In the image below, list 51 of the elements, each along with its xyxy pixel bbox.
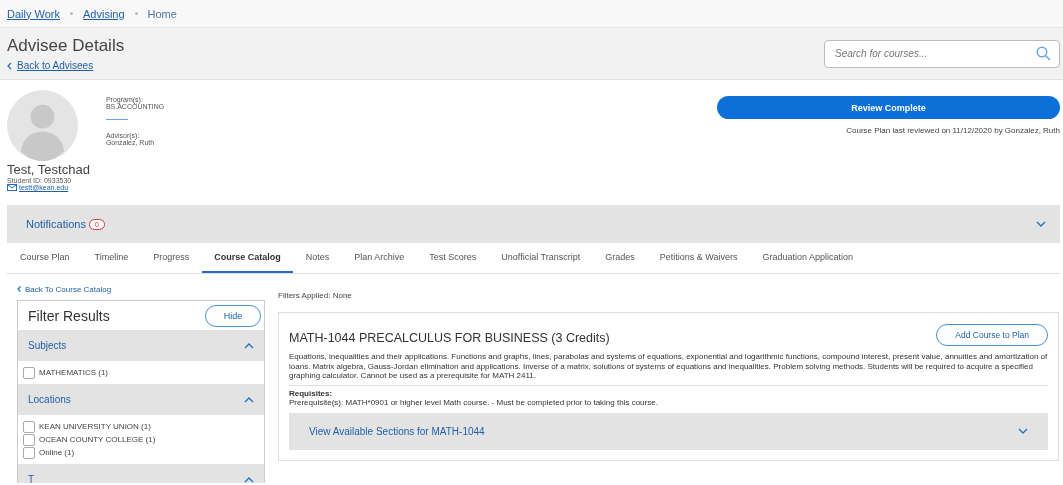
filter-section-header[interactable]: Locations bbox=[18, 384, 264, 415]
requisites-text: Prerequisite(s): MATH*0901 or higher level Math course. - Must be completed prior to taking this course. bbox=[289, 397, 659, 407]
envelope-icon bbox=[7, 184, 17, 191]
tab[interactable]: Course Plan bbox=[8, 243, 82, 273]
checkbox-label: OCEAN COUNTY COLLEGE (1) bbox=[39, 435, 156, 444]
student-name: Test, Testchad bbox=[7, 162, 90, 177]
tab[interactable]: Progress bbox=[141, 243, 202, 273]
chevron-left-icon bbox=[7, 61, 12, 70]
checkbox-label: KEAN UNIVERSITY UNION (1) bbox=[39, 422, 151, 431]
checkbox[interactable] bbox=[23, 366, 35, 379]
breadcrumb-current: Home bbox=[147, 7, 177, 20]
notifications-label[interactable]: Notifications bbox=[26, 218, 86, 230]
search-field[interactable]: Search for courses... bbox=[824, 39, 1060, 68]
checkbox[interactable] bbox=[23, 420, 35, 433]
back-link[interactable]: Back to Advisees bbox=[7, 60, 125, 71]
filter-section-header[interactable]: T bbox=[18, 464, 264, 483]
filter-section-title: Subjects bbox=[28, 340, 67, 351]
checkbox[interactable] bbox=[23, 446, 35, 459]
tab[interactable]: Grades bbox=[593, 243, 647, 273]
tab[interactable]: Petitions & Waivers bbox=[647, 243, 750, 273]
filter-section-title: T bbox=[28, 474, 35, 483]
breadcrumb-link[interactable]: Daily Work bbox=[7, 7, 60, 20]
filter-title: Filter Results bbox=[28, 308, 110, 324]
tab[interactable]: Unofficial Transcript bbox=[489, 243, 593, 273]
tab[interactable]: Notes bbox=[293, 243, 342, 273]
sections-accordion[interactable]: View Available Sections for MATH-1044 bbox=[289, 412, 1048, 450]
tab[interactable]: Course Catalog bbox=[202, 243, 293, 273]
requisites-label: Requisites: bbox=[289, 388, 333, 398]
avatar-silhouette-icon bbox=[7, 90, 78, 161]
checkbox-label: MATHEMATICS (1) bbox=[39, 368, 109, 377]
chevron-left-icon bbox=[17, 286, 21, 292]
tab[interactable]: Test Scores bbox=[417, 243, 489, 273]
review-complete-button[interactable]: Review Complete bbox=[717, 96, 1060, 119]
search-icon[interactable] bbox=[1036, 45, 1051, 61]
review-note: Course Plan last reviewed on 11/12/2020 by Gonzalez, Ruth bbox=[846, 126, 1060, 135]
checkbox[interactable] bbox=[23, 433, 35, 446]
filters-applied-text: Filters Applied: None bbox=[278, 291, 353, 300]
add-course-button[interactable]: Add Course to Plan bbox=[936, 324, 1048, 346]
hide-button[interactable]: Hide bbox=[205, 305, 261, 327]
back-link[interactable]: Back To Course Catalog bbox=[17, 282, 265, 296]
sections-link: View Available Sections for MATH-1044 bbox=[309, 425, 485, 437]
course-description: Equations, inequalities and their applications. Functions and graphs, lines, parabolas and systems of equations, exponential and logarithmic functions, compound interest, present value, annuities and amortization of loans. Matrix algebra, Gauss-Jordan elimination and applications. Inverse of a matrix, solutions of systems of equations and inequalities. Problem solving methods. Students will be required to acquire a specified graphing calculator. Cannot be used as a prerequisite for MATH 2411. bbox=[289, 352, 1048, 386]
breadcrumb-link[interactable]: Advising bbox=[83, 7, 125, 20]
tab[interactable]: Timeline bbox=[82, 243, 141, 273]
tab[interactable]: Plan Archive bbox=[342, 243, 417, 273]
course-title: MATH-1044 PRECALCULUS FOR BUSINESS (3 Credits) bbox=[289, 330, 610, 345]
page-title: Advisee Details bbox=[7, 36, 125, 56]
tab[interactable]: Graduation Application bbox=[750, 243, 865, 273]
filter-section-header[interactable]: Subjects bbox=[18, 330, 264, 361]
checkbox-label: Online (1) bbox=[39, 448, 75, 457]
filter-section-title: Locations bbox=[28, 394, 71, 405]
